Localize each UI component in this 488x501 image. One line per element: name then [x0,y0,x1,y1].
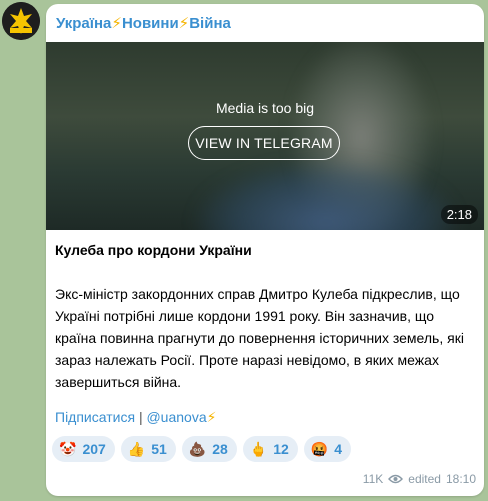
post-body: Экс-міністр закордонних справ Дмитро Кул… [55,286,464,390]
edited-label: edited [408,472,441,486]
subscribe-link[interactable]: Підписатися [55,409,135,425]
link-separator: | [138,409,143,425]
reaction-count: 51 [151,441,167,457]
video-preview[interactable]: Media is too big VIEW IN TELEGRAM 2:18 [46,42,484,230]
channel-handle-link[interactable]: @uanova⚡ [146,409,216,425]
message-time: 18:10 [445,472,476,486]
reactions-bar: 🤡 207 👍 51 💩 28 🖕 12 🤬 4 [52,436,352,462]
channel-name-part-1: Україна [56,15,112,32]
reaction-thumbs-up[interactable]: 👍 51 [120,436,176,462]
channel-name[interactable]: Україна⚡Новини⚡Війна [56,14,231,32]
clown-icon: 🤡 [59,440,77,457]
reaction-count: 4 [334,441,343,457]
reaction-cursing-face[interactable]: 🤬 4 [303,436,352,462]
reaction-middle-finger[interactable]: 🖕 12 [242,436,298,462]
bolt-icon: ⚡ [206,409,217,425]
channel-avatar[interactable] [2,2,40,40]
channel-name-part-2: Новини [121,15,179,32]
poop-icon: 💩 [188,440,207,457]
reaction-poop[interactable]: 💩 28 [181,436,237,462]
reaction-count: 207 [82,441,106,457]
channel-handle: @uanova [146,409,207,425]
view-in-telegram-button[interactable]: VIEW IN TELEGRAM [188,126,340,160]
post-title: Кулеба про кордони України [55,242,252,258]
reaction-count: 12 [273,441,289,457]
ukraine-news-avatar-icon [2,2,40,40]
reaction-clown[interactable]: 🤡 207 [52,436,115,462]
view-count: 11K [362,472,384,486]
eye-icon [388,474,404,484]
reaction-count: 28 [212,441,228,457]
message-meta: 11K edited 18:10 [363,472,476,486]
footer-links: Підписатися | @uanova⚡ [55,409,216,426]
cursing-face-icon: 🤬 [310,440,329,457]
media-notice: Media is too big [215,100,315,116]
middle-finger-icon: 🖕 [249,440,268,457]
video-duration: 2:18 [440,205,478,224]
bolt-icon: ⚡ [111,15,122,32]
channel-name-part-3: Війна [189,15,231,32]
thumbs-up-icon: 👍 [127,440,146,457]
message-bubble: Україна⚡Новини⚡Війна Media is too big VI… [46,4,484,496]
bolt-icon: ⚡ [178,15,190,32]
